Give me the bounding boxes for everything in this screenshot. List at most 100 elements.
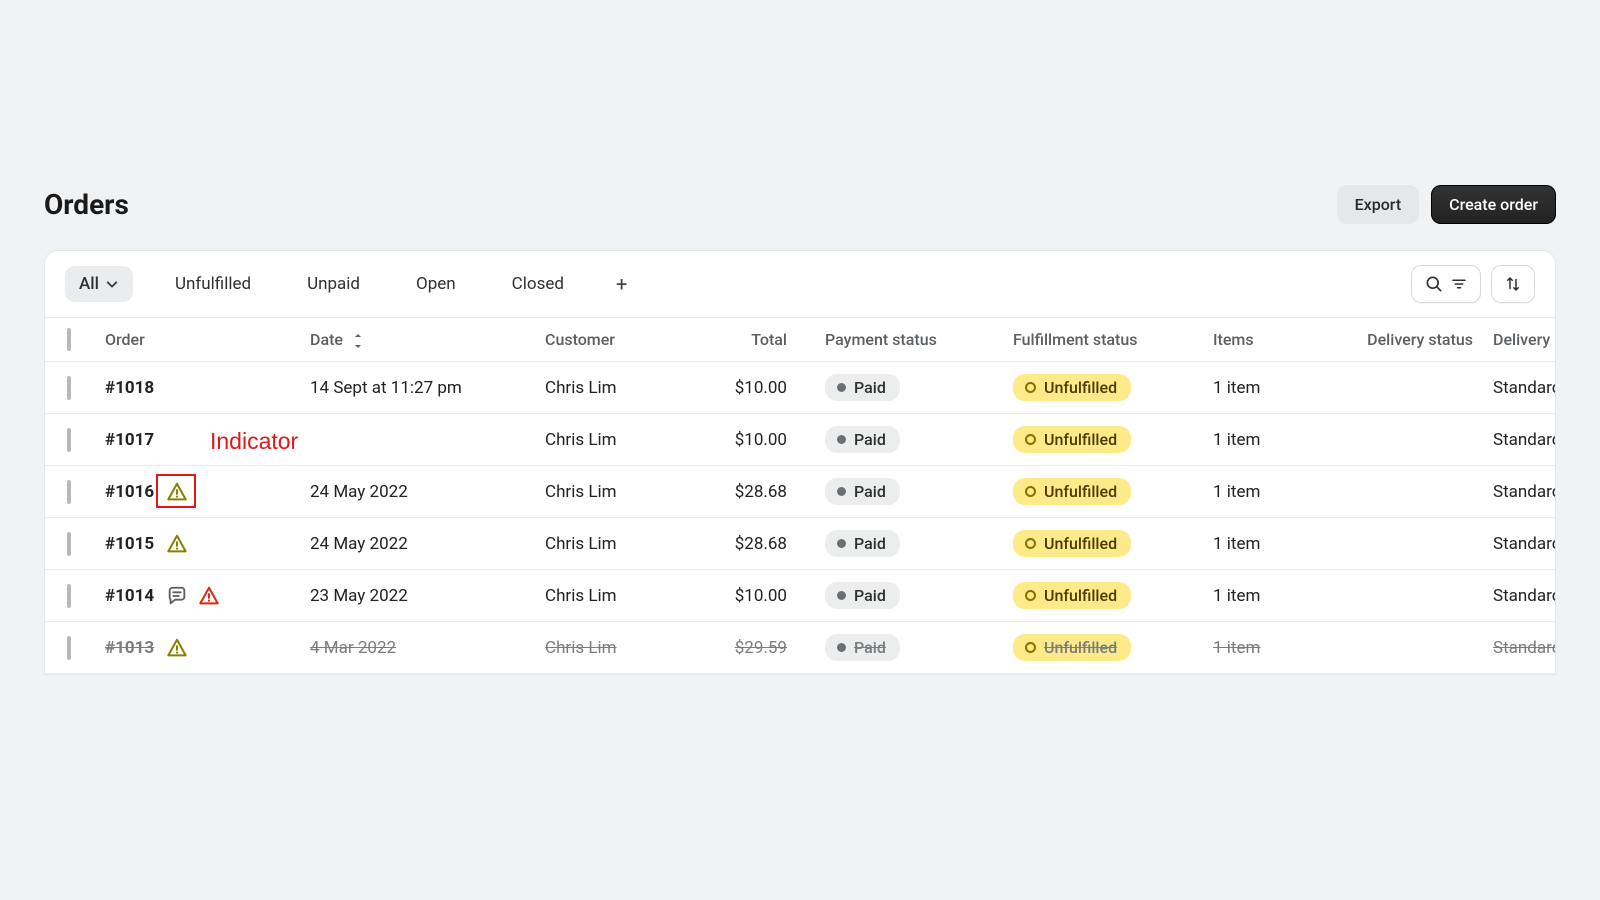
order-date [300, 414, 535, 466]
tab-closed[interactable]: Closed [498, 266, 578, 302]
page-header: Orders Export Create order [0, 185, 1600, 250]
search-filter-button[interactable] [1411, 265, 1481, 303]
order-id: #1015 [105, 534, 154, 554]
annotation-label: Indicator for fraud order [210, 428, 300, 455]
order-customer: Chris Lim [535, 362, 705, 414]
table-row[interactable]: #101524 May 2022Chris Lim$28.68PaidUnful… [45, 518, 1556, 570]
order-total: $29.59 [705, 622, 815, 674]
row-checkbox[interactable] [67, 636, 71, 660]
payment-status-badge: Paid [825, 426, 900, 453]
order-customer: Chris Lim [535, 466, 705, 518]
search-icon [1424, 274, 1444, 294]
col-order[interactable]: Order [95, 318, 300, 362]
tab-unpaid[interactable]: Unpaid [293, 266, 374, 302]
order-total: $28.68 [705, 518, 815, 570]
col-items[interactable]: Items [1203, 318, 1333, 362]
note-icon [166, 585, 188, 607]
order-date: 14 Sept at 11:27 pm [300, 362, 535, 414]
table-header: Order Date Customer Total Payment status… [45, 318, 1556, 362]
delivery-method: Standard [1483, 414, 1556, 466]
order-id: #1017 [105, 430, 154, 450]
table-row[interactable]: #101814 Sept at 11:27 pmChris Lim$10.00P… [45, 362, 1556, 414]
payment-status-badge: Paid [825, 582, 900, 609]
order-id: #1014 [105, 586, 154, 606]
fulfillment-status-badge: Unfulfilled [1013, 582, 1131, 609]
order-total: $10.00 [705, 362, 815, 414]
tab-label: All [79, 274, 99, 294]
order-date: 4 Mar 2022 [300, 622, 535, 674]
order-items: 1 item [1203, 622, 1333, 674]
order-items: 1 item [1203, 518, 1333, 570]
sort-indicator-icon [351, 333, 365, 349]
orders-table: Order Date Customer Total Payment status… [45, 318, 1556, 674]
order-customer: Chris Lim [535, 518, 705, 570]
delivery-method: Standard [1483, 622, 1556, 674]
payment-status-badge: Paid [825, 530, 900, 557]
table-row[interactable]: #101423 May 2022Chris Lim$10.00PaidUnful… [45, 570, 1556, 622]
tab-all[interactable]: All [65, 266, 133, 302]
col-date-label: Date [310, 330, 343, 349]
order-customer: Chris Lim [535, 570, 705, 622]
row-checkbox[interactable] [67, 584, 71, 608]
create-order-button[interactable]: Create order [1431, 185, 1556, 224]
select-all-checkbox[interactable] [67, 328, 71, 351]
order-date: 24 May 2022 [300, 518, 535, 570]
col-fulfillment[interactable]: Fulfillment status [1003, 318, 1203, 362]
orders-card: All Unfulfilled Unpaid Open Closed + [44, 250, 1556, 675]
filter-icon [1450, 275, 1468, 293]
chevron-down-icon [105, 277, 119, 291]
sort-button[interactable] [1491, 265, 1535, 303]
order-date: 24 May 2022 [300, 466, 535, 518]
page-title: Orders [44, 188, 129, 221]
fraud-warning-icon [166, 481, 188, 503]
col-customer[interactable]: Customer [535, 318, 705, 362]
sort-icon [1504, 275, 1522, 293]
col-payment[interactable]: Payment status [815, 318, 1003, 362]
table-tools [1411, 265, 1535, 303]
delivery-method: Standard [1483, 570, 1556, 622]
col-date[interactable]: Date [300, 318, 535, 362]
row-checkbox[interactable] [67, 376, 71, 400]
payment-status-badge: Paid [825, 634, 900, 661]
delivery-method: Standard [1483, 518, 1556, 570]
row-checkbox[interactable] [67, 532, 71, 556]
table-row[interactable]: #1017 Indicator for fraud order Chris Lim$… [45, 414, 1556, 466]
order-id: #1016 [105, 482, 154, 502]
filter-tabs: All Unfulfilled Unpaid Open Closed + [65, 266, 637, 302]
order-total: $10.00 [705, 414, 815, 466]
tab-unfulfilled[interactable]: Unfulfilled [161, 266, 265, 302]
col-total[interactable]: Total [705, 318, 815, 362]
tab-open[interactable]: Open [402, 266, 470, 302]
delivery-method: Standard [1483, 466, 1556, 518]
order-items: 1 item [1203, 466, 1333, 518]
order-items: 1 item [1203, 570, 1333, 622]
col-delivery-status[interactable]: Delivery status [1333, 318, 1483, 362]
delivery-status [1333, 466, 1483, 518]
delivery-status [1333, 414, 1483, 466]
export-button[interactable]: Export [1337, 185, 1420, 224]
delivery-method: Standard [1483, 362, 1556, 414]
order-total: $28.68 [705, 466, 815, 518]
order-customer: Chris Lim [535, 414, 705, 466]
order-customer: Chris Lim [535, 622, 705, 674]
fulfillment-status-badge: Unfulfilled [1013, 634, 1131, 661]
fraud-warning-icon [166, 533, 188, 555]
fraud-warning-icon [166, 637, 188, 659]
delivery-status [1333, 622, 1483, 674]
delivery-status [1333, 362, 1483, 414]
add-view-button[interactable]: + [606, 268, 637, 300]
row-checkbox[interactable] [67, 428, 71, 452]
header-actions: Export Create order [1337, 185, 1556, 224]
fraud-warning-icon [198, 585, 220, 607]
order-items: 1 item [1203, 362, 1333, 414]
delivery-status [1333, 518, 1483, 570]
order-id: #1013 [105, 638, 154, 658]
col-delivery-method[interactable]: Delivery m [1483, 318, 1556, 362]
row-checkbox[interactable] [67, 480, 71, 504]
fulfillment-status-badge: Unfulfilled [1013, 478, 1131, 505]
table-row[interactable]: #1013 4 Mar 2022Chris Lim$29.59 Paid Unfulf… [45, 622, 1556, 674]
table-row[interactable]: #1016 24 May 2022Chris Lim$28.68 Paid Unful… [45, 466, 1556, 518]
payment-status-badge: Paid [825, 374, 900, 401]
payment-status-badge: Paid [825, 478, 900, 505]
order-items: 1 item [1203, 414, 1333, 466]
